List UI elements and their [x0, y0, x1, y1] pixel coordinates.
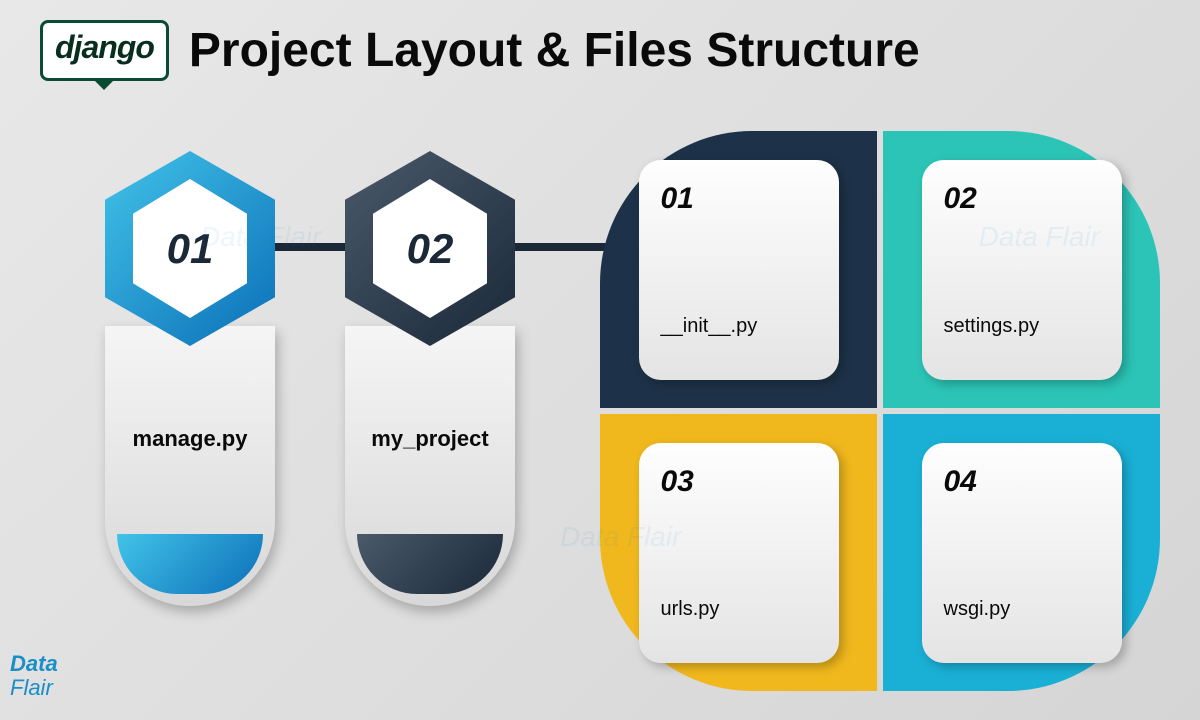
page-title: Project Layout & Files Structure: [189, 23, 920, 78]
django-logo: django: [40, 20, 169, 81]
file-card: 03 urls.py: [639, 443, 839, 663]
brand-line2: Flair: [10, 675, 53, 700]
card-number: 01: [661, 182, 817, 216]
file-card: 04 wsgi.py: [922, 443, 1122, 663]
quad-cell-settings: 02 settings.py: [883, 131, 1160, 408]
pill-label: my_project: [371, 426, 488, 452]
pill-label: manage.py: [133, 426, 248, 452]
quad-cell-urls: 03 urls.py: [600, 414, 877, 691]
diagram-content: 01 manage.py 02 my_project 01 __init__.p…: [0, 91, 1200, 691]
card-label: wsgi.py: [944, 598, 1100, 621]
hex-number: 02: [407, 225, 454, 273]
quad-cell-init: 01 __init__.py: [600, 131, 877, 408]
card-number: 02: [944, 182, 1100, 216]
card-number: 04: [944, 465, 1100, 499]
django-logo-text: django: [55, 29, 154, 66]
hex-item-myproject: 02 my_project: [330, 151, 530, 606]
dataflair-brand: Data Flair: [10, 652, 58, 700]
hex-item-manage: 01 manage.py: [90, 151, 290, 606]
pill-body: manage.py: [105, 326, 275, 606]
file-card: 01 __init__.py: [639, 160, 839, 380]
card-number: 03: [661, 465, 817, 499]
hexagon-shape: 01: [105, 151, 275, 346]
card-label: urls.py: [661, 598, 817, 621]
pill-body: my_project: [345, 326, 515, 606]
file-card: 02 settings.py: [922, 160, 1122, 380]
hexagon-shape: 02: [345, 151, 515, 346]
card-label: __init__.py: [661, 315, 817, 338]
file-quad-grid: 01 __init__.py 02 settings.py 03 urls.py…: [600, 131, 1160, 691]
card-label: settings.py: [944, 315, 1100, 338]
pill-bottom: [117, 534, 263, 594]
brand-line1: Data: [10, 651, 58, 676]
pill-bottom: [357, 534, 503, 594]
quad-cell-wsgi: 04 wsgi.py: [883, 414, 1160, 691]
header-row: django Project Layout & Files Structure: [0, 0, 1200, 91]
hex-number: 01: [167, 225, 214, 273]
